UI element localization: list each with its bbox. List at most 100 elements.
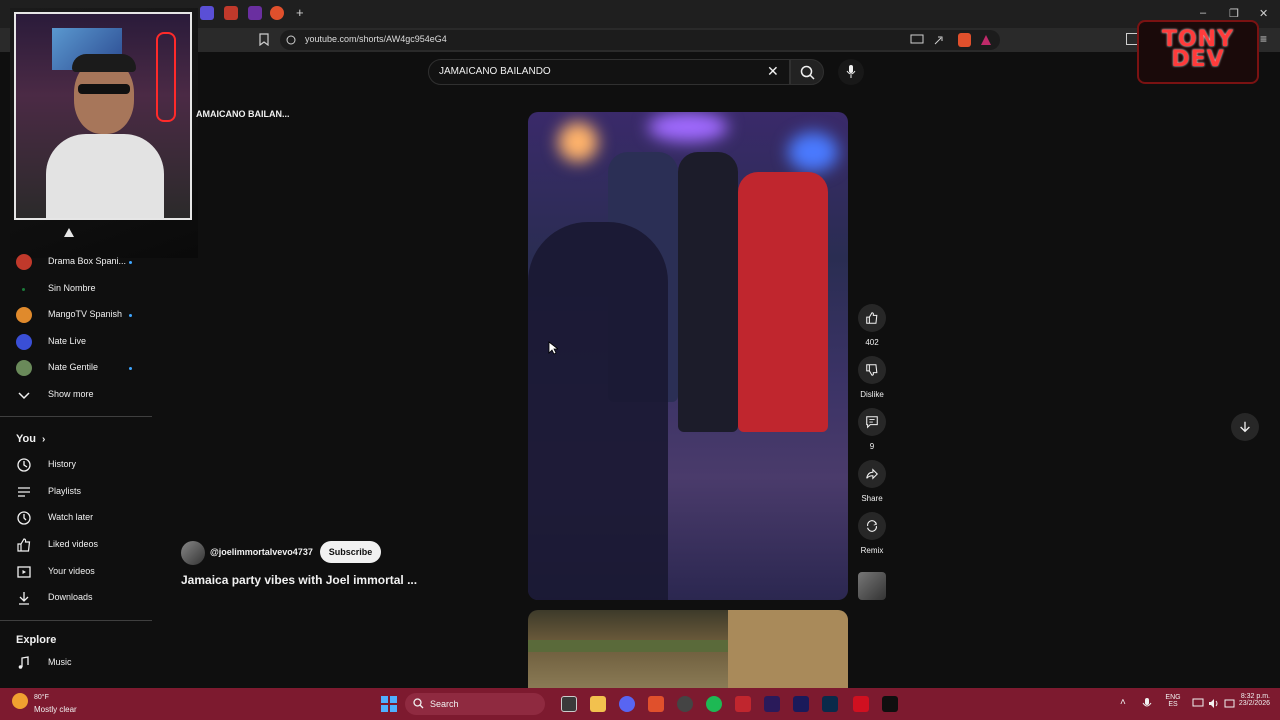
watch-later-icon	[17, 511, 31, 525]
arrow-down-icon	[1240, 421, 1250, 433]
weather-temperature[interactable]: 80°F	[34, 694, 49, 701]
restore-icon[interactable]: ❐	[1229, 7, 1239, 20]
sidebar-item-label: Playlists	[48, 486, 82, 496]
sidebar-item-label: Liked videos	[48, 539, 99, 549]
streamer-shirt	[46, 134, 164, 218]
new-tab-icon[interactable]: +	[296, 5, 304, 20]
brave-shield-icon[interactable]	[958, 33, 971, 47]
stage-light	[648, 112, 728, 142]
like-icon	[866, 312, 878, 324]
foreground-figure	[528, 222, 668, 600]
breadcrumb: AMAICANO BAILAN...	[196, 109, 290, 119]
search-icon	[800, 65, 815, 80]
brave-browser-icon[interactable]	[648, 696, 664, 712]
adobe-icon[interactable]	[735, 696, 751, 712]
premiere-pro-icon[interactable]	[764, 696, 780, 712]
video-title[interactable]: Jamaica party vibes with Joel immortal .…	[181, 573, 417, 587]
language-indicator[interactable]: ENG ES	[1160, 694, 1186, 708]
sidebar-item-label: Downloads	[48, 592, 93, 602]
cast-icon[interactable]	[910, 34, 924, 46]
neon-light	[156, 32, 176, 122]
next-short-button[interactable]	[1231, 413, 1259, 441]
taskbar-search-box[interactable]	[405, 693, 545, 715]
network-icon[interactable]	[1192, 698, 1204, 709]
new-content-dot	[129, 367, 132, 370]
search-button[interactable]	[790, 59, 824, 85]
subscribe-button[interactable]: Subscribe	[320, 541, 381, 563]
microphone-tray-icon[interactable]	[1142, 698, 1152, 710]
voice-search-button[interactable]	[838, 59, 864, 85]
sidebar-item-playlists[interactable]: Playlists	[0, 479, 152, 505]
brave-rewards-icon[interactable]	[980, 34, 992, 46]
volume-icon[interactable]	[1208, 698, 1220, 709]
channel-avatar	[22, 288, 25, 291]
streamer-logo-text: TONY DEV	[1161, 27, 1235, 72]
task-view-icon[interactable]	[561, 696, 577, 712]
terminal-icon[interactable]	[882, 696, 898, 712]
your-videos-icon	[17, 566, 31, 578]
remix-label: Remix	[860, 546, 884, 555]
channel-handle[interactable]: @joelimmortalvevo4737	[210, 547, 313, 557]
clock[interactable]: 8:32 p.m. 23/2/2026	[1226, 693, 1270, 707]
site-info-icon[interactable]	[286, 35, 296, 45]
show-more-button[interactable]: Show more	[0, 382, 152, 408]
you-section-title[interactable]: You ›	[16, 433, 45, 445]
sidebar-divider	[0, 416, 152, 417]
sidebar-item-subscription[interactable]: MangoTV Spanish	[0, 302, 152, 328]
sidebar-item-music[interactable]: Music	[0, 650, 152, 676]
bookmark-icon[interactable]	[258, 33, 270, 46]
search-query[interactable]: JAMAICANO BAILANDO	[439, 66, 551, 77]
stage-light	[558, 122, 598, 162]
sidebar-item-subscription[interactable]: Nate Gentile	[0, 355, 152, 381]
sidebar-item-liked-videos[interactable]: Liked videos	[0, 532, 152, 558]
sidebar-item-label: Nate Live	[48, 336, 87, 346]
liked-icon	[17, 538, 31, 552]
dislike-button[interactable]	[858, 356, 886, 384]
close-window-icon[interactable]: ✕	[1259, 7, 1268, 20]
channel-avatar	[16, 334, 32, 350]
photoshop-icon[interactable]	[822, 696, 838, 712]
sidebar-item-downloads[interactable]: Downloads	[0, 585, 152, 611]
spotify-icon[interactable]	[706, 696, 722, 712]
new-content-dot	[129, 314, 132, 317]
menu-icon[interactable]: ≡	[1260, 32, 1267, 46]
remix-icon	[867, 520, 878, 532]
sidebar-item-your-videos[interactable]: Your videos	[0, 559, 152, 585]
like-button[interactable]	[858, 304, 886, 332]
remix-button[interactable]	[858, 512, 886, 540]
share-page-icon[interactable]	[933, 34, 947, 46]
channel-avatar	[16, 307, 32, 323]
sidebar-item-label: Drama Box Spani...	[48, 256, 127, 266]
tray-chevron-icon[interactable]: ˄	[1120, 697, 1126, 708]
minimize-icon[interactable]: –	[1200, 7, 1206, 19]
sidebar-item-subscription[interactable]: Nate Live	[0, 329, 152, 355]
sound-thumbnail[interactable]	[858, 572, 886, 600]
taskbar-search-label[interactable]: Search	[430, 699, 459, 709]
dislike-icon	[866, 364, 878, 376]
file-explorer-icon[interactable]	[590, 696, 606, 712]
tab-favicon[interactable]	[224, 6, 238, 20]
sidebar-item-subscription[interactable]: Drama Box Spani...	[0, 249, 152, 275]
channel-avatar[interactable]	[181, 541, 205, 565]
url-text[interactable]: youtube.com/shorts/AW4gc954eG4	[305, 34, 447, 44]
downloads-icon	[19, 592, 29, 605]
tab-favicon[interactable]	[270, 6, 284, 20]
share-button[interactable]	[858, 460, 886, 488]
weather-icon[interactable]	[12, 693, 28, 709]
weather-description[interactable]: Mostly clear	[34, 705, 77, 714]
shorts-video-player[interactable]	[528, 112, 848, 600]
tab-favicon[interactable]	[200, 6, 214, 20]
sidebar-item-subscription[interactable]: Sin Nombre	[0, 276, 152, 302]
comments-button[interactable]	[858, 408, 886, 436]
app-icon[interactable]	[853, 696, 869, 712]
next-short-preview[interactable]	[528, 610, 848, 688]
sidebar-item-history[interactable]: History	[0, 452, 152, 478]
clear-search-icon[interactable]: ✕	[767, 63, 779, 80]
windows-start-icon[interactable]	[381, 696, 397, 712]
obs-icon[interactable]	[677, 696, 693, 712]
after-effects-icon[interactable]	[793, 696, 809, 712]
sidebar-item-watch-later[interactable]: Watch later	[0, 505, 152, 531]
sidebar-item-label: History	[48, 459, 77, 469]
discord-icon[interactable]	[619, 696, 635, 712]
tab-favicon[interactable]	[248, 6, 262, 20]
